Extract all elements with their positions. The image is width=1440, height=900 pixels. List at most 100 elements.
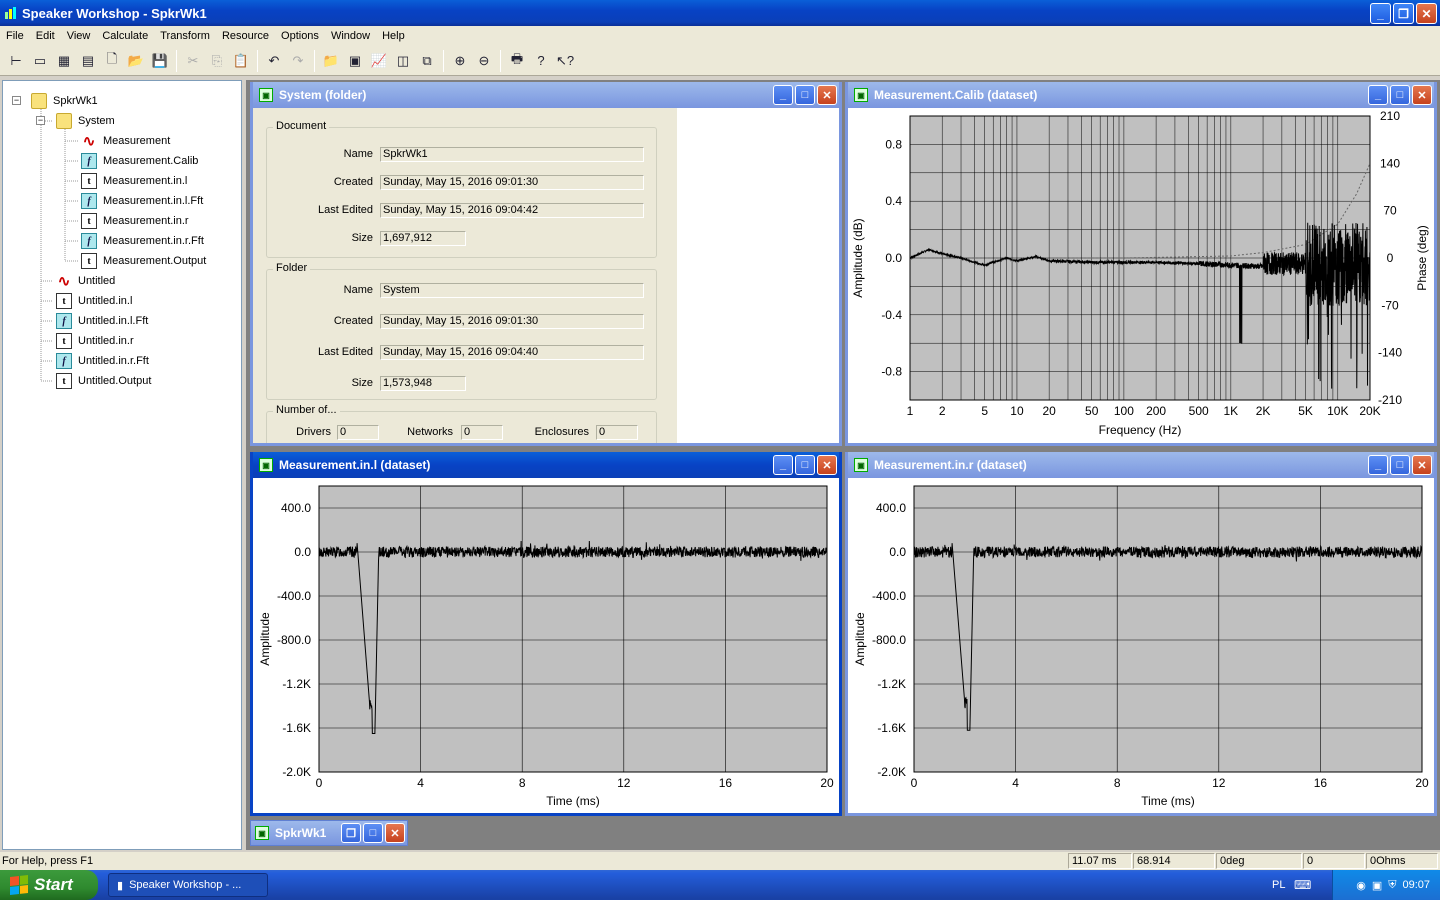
redo-icon[interactable]: ↷ (287, 50, 309, 72)
network-icon[interactable]: ▣ (1372, 879, 1382, 892)
minimize-button[interactable]: _ (773, 85, 793, 105)
close-button[interactable]: ✕ (1412, 455, 1432, 475)
menu-resource[interactable]: Resource (216, 30, 275, 42)
menu-edit[interactable]: Edit (30, 30, 61, 42)
right-window-titlebar[interactable]: ▣ Measurement.in.r (dataset) _ □ ✕ (848, 452, 1434, 478)
frequency-chart[interactable]: 1 2 5 10 20 50 100 200 500 1K 2K 5K 10K 20K0.80.40.0-… (848, 108, 1434, 443)
tree-item-untitled-in-l[interactable]: t Untitled.in.l (56, 292, 132, 310)
tree-item-untitled[interactable]: ∿ Untitled (56, 272, 116, 290)
menu-options[interactable]: Options (275, 30, 325, 42)
tree-item-measurement-in-r-fft[interactable]: f Measurement.in.r.Fft (81, 232, 204, 250)
new-dataset-icon[interactable]: ▣ (344, 50, 366, 72)
paste-icon[interactable]: 📋 (230, 50, 252, 72)
tree-item-measurement-output[interactable]: t Measurement.Output (81, 252, 206, 270)
open-folder-icon[interactable]: 📂 (125, 50, 147, 72)
restore-button[interactable]: ❐ (341, 823, 361, 843)
maximize-button[interactable]: □ (363, 823, 383, 843)
minimize-button[interactable]: _ (1368, 455, 1388, 475)
zoom-in-icon[interactable]: ⊕ (449, 50, 471, 72)
volume-icon[interactable]: ◉ (1356, 879, 1366, 892)
tree-item-measurement-in-l-fft[interactable]: f Measurement.in.l.Fft (81, 192, 203, 210)
minimize-button[interactable]: _ (1368, 85, 1388, 105)
list-view-icon[interactable]: ▭ (29, 50, 51, 72)
collapse-root-toggle[interactable]: − (12, 96, 21, 105)
folder-size-field[interactable]: 1,573,948 (380, 376, 466, 391)
menu-help[interactable]: Help (376, 30, 411, 42)
tree-item-measurement[interactable]: ∿ Measurement (81, 132, 171, 150)
document-edited-field[interactable]: Sunday, May 15, 2016 09:04:42 (380, 203, 644, 218)
tree-item-measurement-calib[interactable]: f Measurement.Calib (81, 152, 198, 170)
new-file-icon[interactable]: 🗋 (101, 50, 123, 72)
close-button[interactable]: ✕ (817, 455, 837, 475)
folder-icon (56, 113, 72, 129)
document-created-field[interactable]: Sunday, May 15, 2016 09:01:30 (380, 175, 644, 190)
x-tick-label: 10K (1327, 404, 1348, 418)
close-button[interactable]: ✕ (385, 823, 405, 843)
x-tick-label: 5K (1298, 404, 1313, 418)
right-impulse-chart[interactable]: 400.0 0.0 -400.0 -800.0 -1.2K -1.6K -2.0K 0 4 8 12… (848, 478, 1434, 813)
language-indicator[interactable]: PL (1272, 879, 1285, 891)
folder-edited-field[interactable]: Sunday, May 15, 2016 09:04:40 (380, 345, 644, 360)
tree-item-root[interactable]: SpkrWk1 (31, 92, 98, 110)
tree-label: Untitled.Output (78, 375, 152, 387)
minimize-button[interactable]: _ (1370, 3, 1391, 24)
menu-calculate[interactable]: Calculate (96, 30, 154, 42)
clock: 09:07 (1402, 879, 1430, 891)
maximize-button[interactable]: □ (1390, 455, 1410, 475)
maximize-button[interactable]: □ (795, 455, 815, 475)
document-name-field[interactable]: SpkrWk1 (380, 147, 644, 162)
maximize-button[interactable]: □ (1390, 85, 1410, 105)
cut-icon[interactable]: ✂ (182, 50, 204, 72)
minimize-button[interactable]: _ (773, 455, 793, 475)
maximize-button[interactable]: □ (795, 85, 815, 105)
save-icon[interactable]: 💾 (149, 50, 171, 72)
menu-transform[interactable]: Transform (154, 30, 216, 42)
restore-button[interactable]: ❐ (1393, 3, 1414, 24)
tree-view-icon[interactable]: ⊢ (5, 50, 27, 72)
collapse-system-toggle[interactable]: − (36, 116, 45, 125)
taskbar-app-button[interactable]: ▮ Speaker Workshop - ... (108, 873, 268, 897)
tree-item-untitled-in-l-fft[interactable]: f Untitled.in.l.Fft (56, 312, 148, 330)
folder-created-field[interactable]: Sunday, May 15, 2016 09:01:30 (380, 314, 644, 329)
context-help-icon[interactable]: ↖? (554, 50, 576, 72)
close-button[interactable]: ✕ (1412, 85, 1432, 105)
new-chart-icon[interactable]: 📈 (368, 50, 390, 72)
networks-count-field[interactable]: 0 (461, 425, 503, 440)
calib-window-titlebar[interactable]: ▣ Measurement.Calib (dataset) _ □ ✕ (848, 82, 1434, 108)
new-network-icon[interactable]: ⧉ (416, 50, 438, 72)
tree-item-untitled-output[interactable]: t Untitled.Output (56, 372, 151, 390)
help-icon[interactable]: ? (530, 50, 552, 72)
menu-view[interactable]: View (61, 30, 97, 42)
app-title-bar[interactable]: Speaker Workshop - SpkrWk1 _ ❐ ✕ (0, 0, 1440, 26)
new-folder-icon[interactable]: 📁 (320, 50, 342, 72)
minimized-window[interactable]: ▣ SpkrWk1 ❐ □ ✕ (250, 820, 408, 846)
enclosures-count-field[interactable]: 0 (596, 425, 638, 440)
menu-window[interactable]: Window (325, 30, 376, 42)
frequency-dataset-icon: f (81, 193, 97, 209)
keyboard-icon[interactable]: ⌨ (1294, 878, 1311, 892)
grid-view-icon[interactable]: ▦ (53, 50, 75, 72)
undo-icon[interactable]: ↶ (263, 50, 285, 72)
field-label: Size (351, 232, 373, 244)
detail-view-icon[interactable]: ▤ (77, 50, 99, 72)
left-window-titlebar[interactable]: ▣ Measurement.in.l (dataset) _ □ ✕ (253, 452, 839, 478)
folder-name-field[interactable]: System (380, 283, 644, 298)
document-size-field[interactable]: 1,697,912 (380, 231, 466, 246)
zoom-out-icon[interactable]: ⊖ (473, 50, 495, 72)
tree-item-untitled-in-r[interactable]: t Untitled.in.r (56, 332, 134, 350)
tree-item-untitled-in-r-fft[interactable]: f Untitled.in.r.Fft (56, 352, 149, 370)
start-button[interactable]: Start (0, 870, 98, 900)
close-button[interactable]: ✕ (817, 85, 837, 105)
tree-item-measurement-in-l[interactable]: t Measurement.in.l (81, 172, 187, 190)
drivers-count-field[interactable]: 0 (337, 425, 379, 440)
tree-item-measurement-in-r[interactable]: t Measurement.in.r (81, 212, 189, 230)
left-impulse-chart[interactable]: 400.0 0.0 -400.0 -800.0 -1.2K -1.6K -2.0K 0 4 8 12… (253, 478, 839, 813)
close-button[interactable]: ✕ (1416, 3, 1437, 24)
copy-icon[interactable]: ⎘ (206, 50, 228, 72)
print-icon[interactable]: 🖶 (506, 50, 528, 72)
menu-file[interactable]: File (0, 30, 30, 42)
new-driver-icon[interactable]: ◫ (392, 50, 414, 72)
tree-item-system[interactable]: System (56, 112, 115, 130)
security-shield-icon[interactable]: ⛨ (1388, 879, 1396, 892)
folder-window-titlebar[interactable]: ▣ System (folder) _ □ ✕ (253, 82, 839, 108)
